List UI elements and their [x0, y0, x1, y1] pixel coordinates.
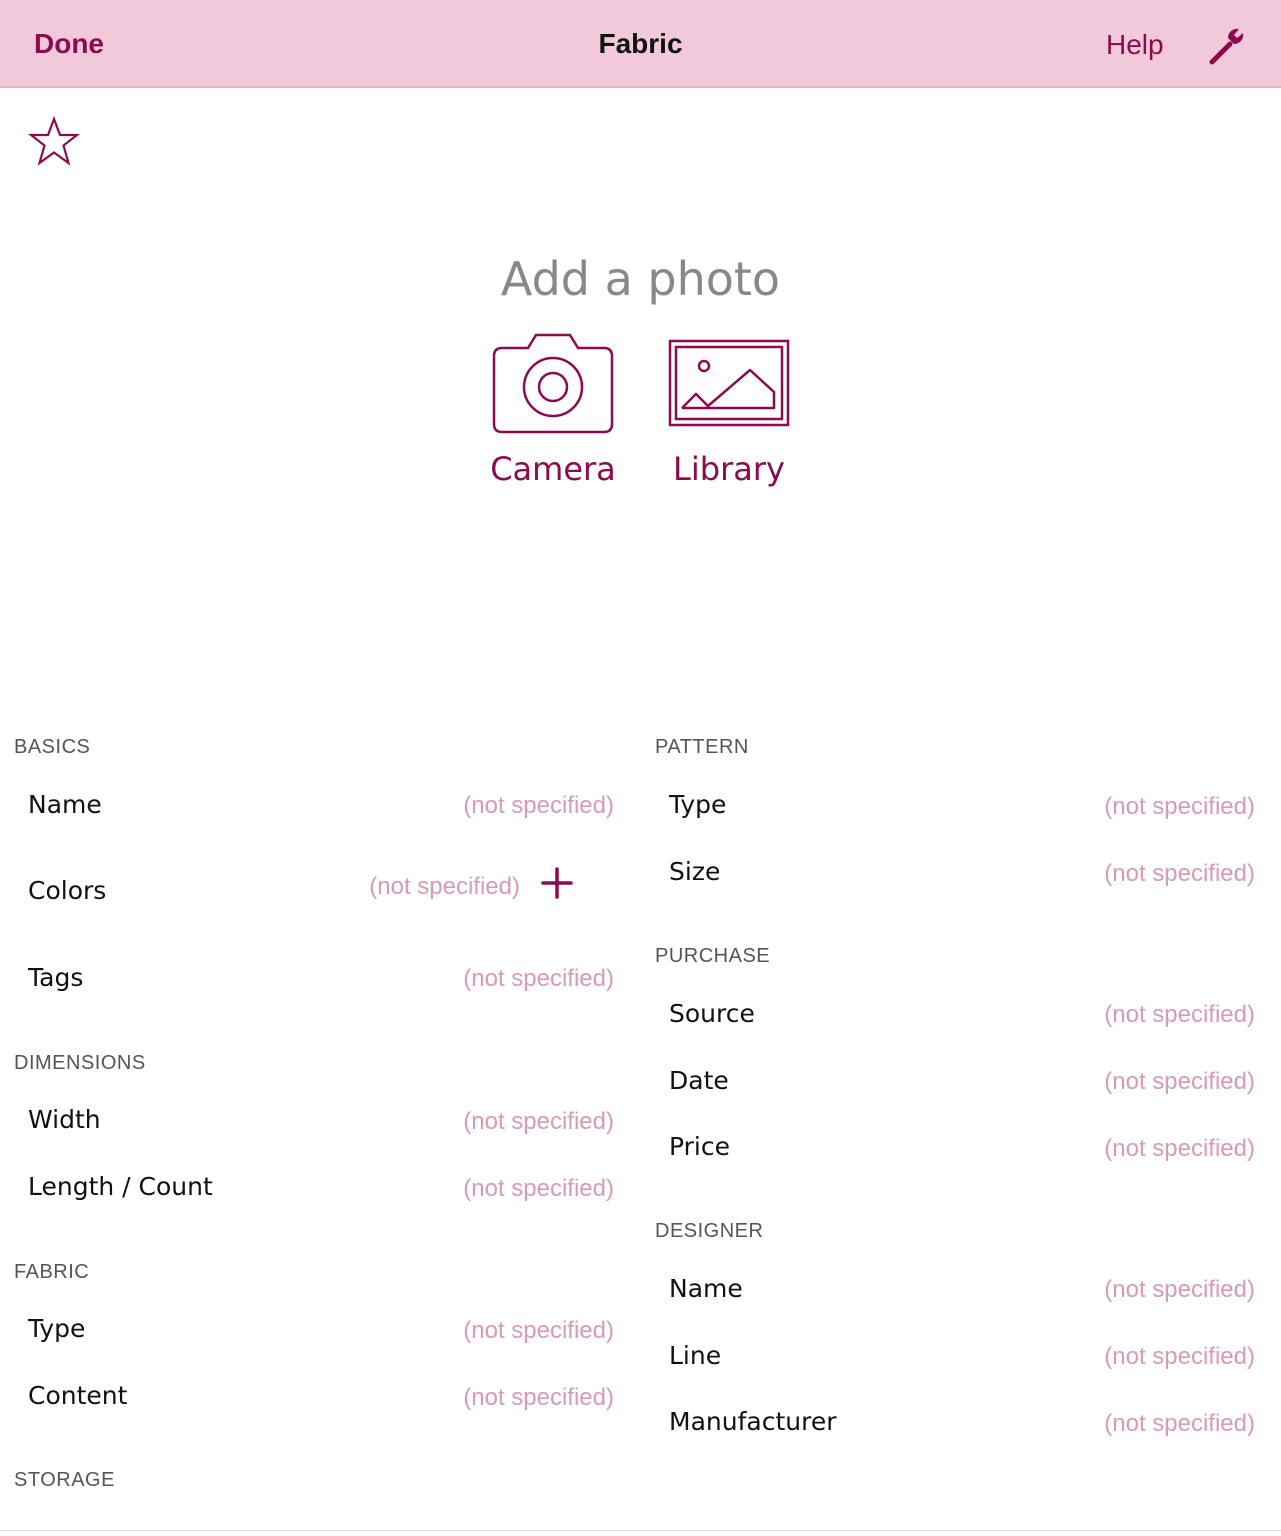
help-button[interactable]: Help [1106, 29, 1164, 61]
section-title-fabric: FABRIC [14, 1261, 90, 1283]
purchase-date-value[interactable]: (not specified) [995, 1068, 1255, 1096]
designer-manufacturer-label[interactable]: Manufacturer [669, 1407, 836, 1436]
section-title-designer: DESIGNER [655, 1220, 764, 1242]
pattern-size-value[interactable]: (not specified) [995, 860, 1255, 888]
section-title-storage: STORAGE [14, 1469, 115, 1491]
library-label: Library [673, 450, 785, 488]
designer-name-label[interactable]: Name [669, 1274, 743, 1303]
basics-tags-label[interactable]: Tags [28, 963, 83, 992]
pattern-type-value[interactable]: (not specified) [995, 793, 1255, 821]
basics-tags-value[interactable]: (not specified) [354, 965, 614, 993]
designer-line-value[interactable]: (not specified) [995, 1343, 1255, 1371]
camera-button[interactable]: Camera [488, 330, 618, 500]
add-photo-heading: Add a photo [500, 252, 781, 306]
camera-label: Camera [490, 450, 616, 488]
section-title-dimensions: DIMENSIONS [14, 1052, 146, 1074]
dimensions-width-value[interactable]: (not specified) [354, 1108, 614, 1136]
image-library-icon [668, 339, 790, 427]
wrench-icon[interactable] [1204, 24, 1248, 68]
purchase-price-value[interactable]: (not specified) [995, 1135, 1255, 1163]
basics-name-label[interactable]: Name [28, 790, 102, 819]
purchase-source-value[interactable]: (not specified) [995, 1001, 1255, 1029]
camera-icon [492, 333, 614, 434]
navigation-bar: Done Fabric Help [0, 0, 1281, 88]
designer-line-label[interactable]: Line [669, 1341, 721, 1370]
dimensions-length-value[interactable]: (not specified) [354, 1175, 614, 1203]
basics-colors-value[interactable]: (not specified) [260, 873, 520, 901]
designer-name-value[interactable]: (not specified) [995, 1276, 1255, 1304]
page-title: Fabric [598, 28, 683, 59]
basics-colors-label[interactable]: Colors [28, 876, 106, 905]
purchase-source-label[interactable]: Source [669, 999, 755, 1028]
star-outline-icon[interactable] [28, 116, 80, 168]
section-title-pattern: PATTERN [655, 736, 749, 758]
fabric-content-label[interactable]: Content [28, 1381, 127, 1410]
purchase-date-label[interactable]: Date [669, 1066, 729, 1095]
pattern-size-label[interactable]: Size [669, 857, 720, 886]
fabric-content-value[interactable]: (not specified) [354, 1384, 614, 1412]
pattern-type-label[interactable]: Type [669, 790, 726, 819]
designer-manufacturer-value[interactable]: (not specified) [995, 1410, 1255, 1438]
dimensions-length-label[interactable]: Length / Count [28, 1172, 213, 1201]
dimensions-width-label[interactable]: Width [28, 1105, 101, 1134]
fabric-type-value[interactable]: (not specified) [354, 1317, 614, 1345]
section-title-purchase: PURCHASE [655, 945, 771, 967]
add-color-plus-icon[interactable] [540, 866, 574, 900]
section-title-basics: BASICS [14, 736, 91, 758]
library-button[interactable]: Library [664, 336, 794, 500]
purchase-price-label[interactable]: Price [669, 1132, 730, 1161]
bottom-divider [0, 1530, 1281, 1531]
fabric-type-label[interactable]: Type [28, 1314, 85, 1343]
basics-name-value[interactable]: (not specified) [354, 792, 614, 820]
